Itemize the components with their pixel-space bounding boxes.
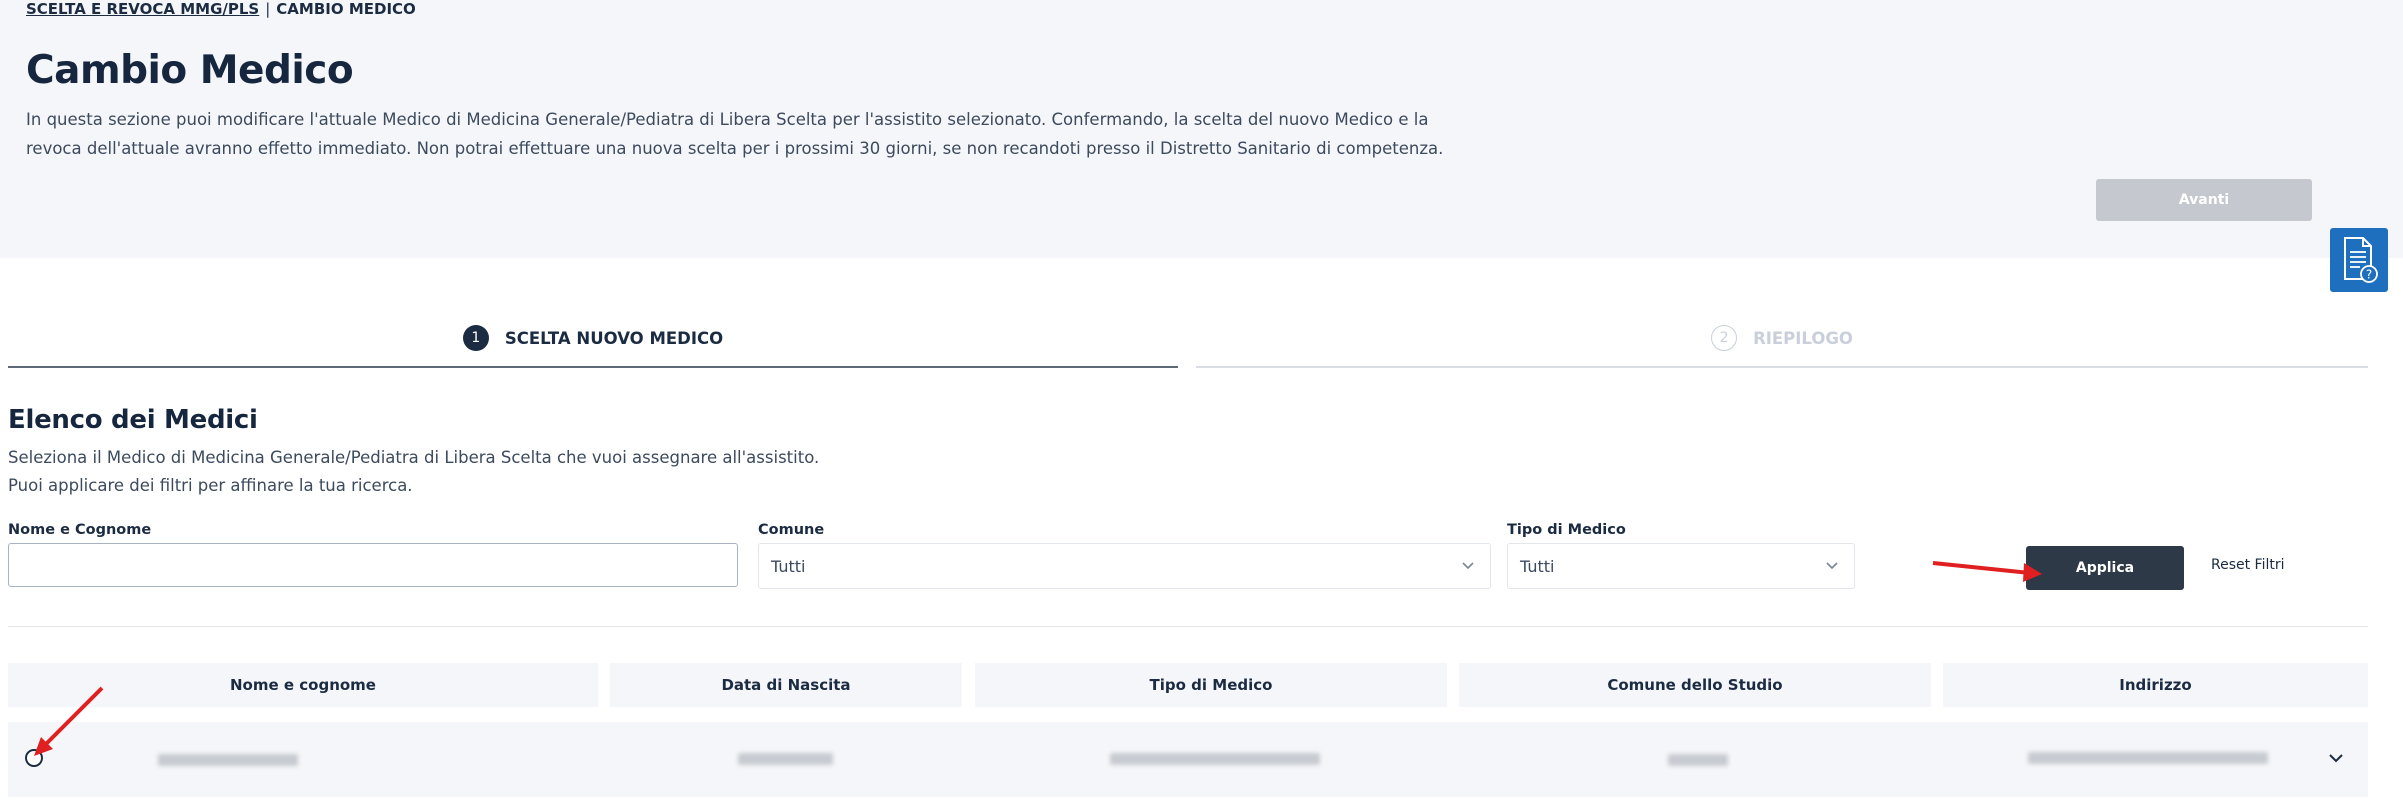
redacted-comune [1668, 754, 1728, 766]
chevron-down-icon [1462, 562, 1474, 570]
section-description-line-1: Seleziona il Medico di Medicina Generale… [8, 448, 820, 467]
section-description: Seleziona il Medico di Medicina Generale… [8, 444, 819, 500]
step-label-2: RIEPILOGO [1753, 328, 1853, 348]
tipo-select-value: Tutti [1520, 556, 1555, 576]
svg-text:?: ? [2366, 268, 2372, 282]
select-doctor-radio[interactable] [25, 749, 43, 767]
breadcrumb: SCELTA E REVOCA MMG/PLS | CAMBIO MEDICO [26, 0, 416, 18]
breadcrumb-link-scelta-revoca[interactable]: SCELTA E REVOCA MMG/PLS [26, 0, 259, 18]
document-help-icon: ? [2344, 237, 2378, 283]
section-title: Elenco dei Medici [8, 405, 258, 435]
stepper: 1 SCELTA NUOVO MEDICO 2 RIEPILOGO [8, 308, 2368, 370]
step-label-1: SCELTA NUOVO MEDICO [504, 328, 724, 348]
column-header-tipo-medico: Tipo di Medico [975, 663, 1447, 707]
redacted-birthdate [738, 753, 833, 765]
name-filter-input[interactable] [8, 543, 738, 587]
tipo-filter-label: Tipo di Medico [1507, 522, 1626, 538]
breadcrumb-separator: | [265, 0, 271, 18]
table-row [8, 722, 2368, 797]
page-title: Cambio Medico [26, 48, 354, 93]
column-header-nome: Nome e cognome [8, 663, 598, 707]
avanti-button[interactable]: Avanti [2096, 179, 2312, 221]
comune-select-value: Tutti [771, 556, 806, 576]
tipo-medico-select[interactable]: Tutti [1507, 543, 1855, 589]
help-button[interactable]: ? [2330, 228, 2388, 292]
step-scelta-nuovo-medico[interactable]: 1 SCELTA NUOVO MEDICO [8, 308, 1178, 368]
name-filter-label: Nome e Cognome [8, 522, 152, 538]
column-header-comune-studio: Comune dello Studio [1459, 663, 1931, 707]
column-header-indirizzo: Indirizzo [1943, 663, 2368, 707]
apply-filters-button[interactable]: Applica [2026, 546, 2184, 590]
comune-select[interactable]: Tutti [758, 543, 1491, 589]
redacted-doctor-type [1110, 753, 1320, 765]
step-progress-active [8, 366, 1178, 368]
step-number-2: 2 [1711, 325, 1738, 351]
breadcrumb-current: CAMBIO MEDICO [276, 0, 416, 18]
column-header-data-nascita: Data di Nascita [610, 663, 962, 707]
step-riepilogo: 2 RIEPILOGO [1196, 308, 2368, 368]
chevron-down-icon[interactable] [2326, 748, 2346, 768]
divider [8, 626, 2368, 627]
section-description-line-2: Puoi applicare dei filtri per affinare l… [8, 476, 413, 495]
page-description: In questa sezione puoi modificare l'attu… [26, 110, 1444, 158]
step-progress-inactive [1196, 366, 2368, 368]
step-number-1: 1 [462, 325, 489, 351]
redacted-name [158, 754, 298, 766]
redacted-address [2028, 752, 2268, 764]
comune-filter-label: Comune [758, 522, 825, 538]
reset-filters-button[interactable]: Reset Filtri [2205, 556, 2291, 574]
chevron-down-icon [1826, 562, 1838, 570]
